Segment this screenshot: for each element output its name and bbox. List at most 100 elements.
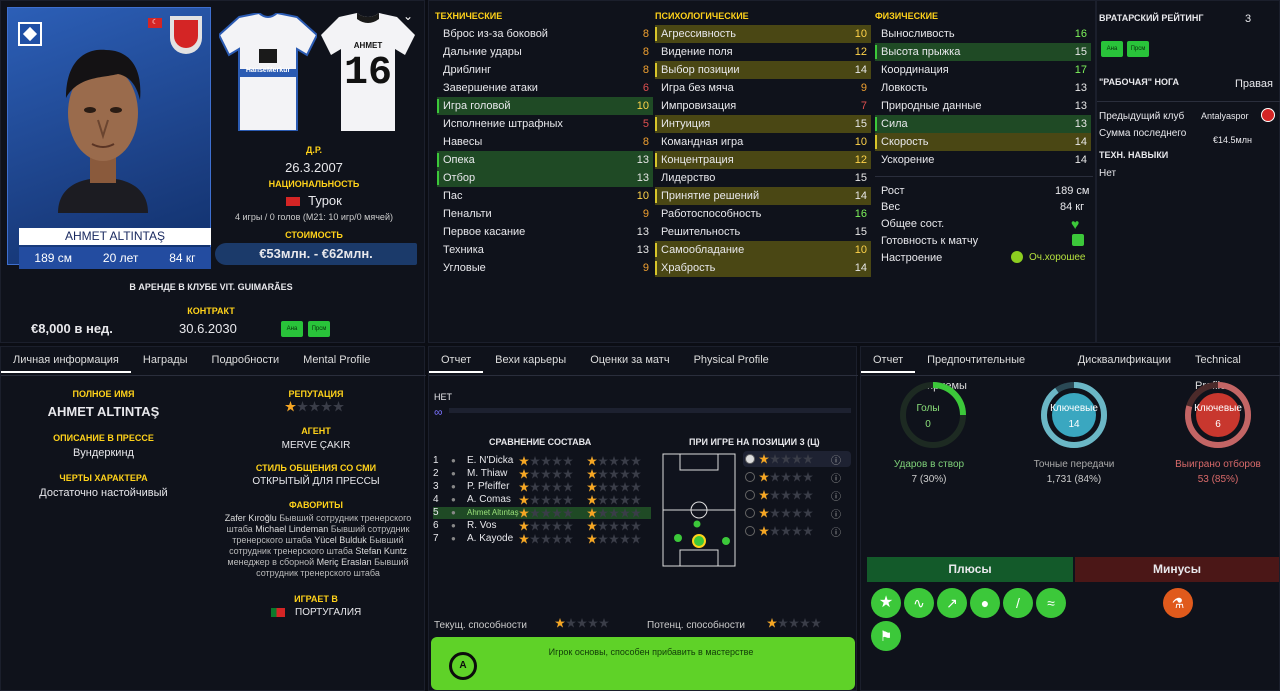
attribute-row[interactable]: Храбрость 14 [655, 259, 871, 277]
attribute-row[interactable]: Игра без мяча 9 [655, 79, 871, 97]
nationality-label: НАЦИОНАЛЬНОСТЬ [268, 179, 360, 189]
attribute-row[interactable]: Ловкость 13 [875, 79, 1091, 97]
attribute-row[interactable]: Скорость 14 [875, 133, 1091, 151]
highlight-bar [875, 45, 877, 59]
position-row[interactable]: ⓘ [743, 505, 851, 521]
star-trait-icon[interactable]: ★ [871, 588, 901, 618]
attribute-row[interactable]: Концентрация 12 [655, 151, 871, 169]
tab[interactable]: Отчет [861, 347, 916, 373]
passes-label: Точные передачи [1033, 459, 1115, 470]
tab[interactable]: Награды [131, 347, 200, 373]
squad-row[interactable]: 6 ● R. Vos [433, 520, 651, 532]
attribute-row[interactable]: Координация 17 [875, 61, 1091, 79]
attribute-row[interactable]: Пенальти 9 [437, 205, 653, 223]
info-icon[interactable]: ⓘ [831, 452, 841, 467]
attribute-row[interactable]: Агрессивность 10 [655, 25, 871, 43]
attribute-row[interactable]: Опека 13 [437, 151, 653, 169]
nationality-value: Турок [308, 193, 342, 208]
gk-analysis-button[interactable]: Ана [1101, 41, 1123, 57]
attribute-value: 14 [1074, 136, 1087, 148]
attribute-row[interactable]: Природные данные 13 [875, 97, 1091, 115]
squad-row[interactable]: 3 ● P. Pfeiffer [433, 481, 651, 493]
squad-player-name: P. Pfeiffer [467, 481, 510, 492]
attribute-row[interactable]: Лидерство 15 [655, 169, 871, 187]
attribute-row[interactable]: Вброс из-за боковой 8 [437, 25, 653, 43]
tab[interactable]: Mental Profile [291, 347, 382, 373]
attribute-row[interactable]: Решительность 15 [655, 223, 871, 241]
radio-button[interactable] [745, 454, 755, 464]
attribute-row[interactable]: Сила 13 [875, 115, 1091, 133]
stamina-trait-icon[interactable]: ∿ [904, 588, 934, 618]
squad-row[interactable]: 4 ● A. Comas [433, 494, 651, 506]
radio-button[interactable] [745, 508, 755, 518]
tab[interactable]: Technical Profile [1183, 347, 1279, 392]
attribute-row[interactable]: Интуиция 15 [655, 115, 871, 133]
club-badge-icon [18, 22, 42, 46]
mental-attributes: Агрессивность 10 Видение поля 12 Выбор позиц… [655, 25, 873, 281]
tab[interactable]: Дисквалификации [1066, 347, 1183, 373]
attribute-row[interactable]: Техника 13 [437, 241, 653, 259]
tab[interactable]: Отчет [429, 347, 484, 373]
tab[interactable]: Личная информация [1, 347, 131, 373]
attribute-row[interactable]: Дриблинг 8 [437, 61, 653, 79]
gk-view-button[interactable]: Прсм [1127, 41, 1149, 57]
attribute-row[interactable]: Выбор позиции 14 [655, 61, 871, 79]
attribute-value: 8 [642, 136, 649, 148]
attribute-row[interactable]: Импровизация 7 [655, 97, 871, 115]
star-icon [541, 508, 551, 518]
attribute-row[interactable]: Угловые 9 [437, 259, 653, 277]
info-icon[interactable]: ⓘ [831, 470, 841, 485]
radio-button[interactable] [745, 526, 755, 536]
shirt-name-label: AHMET [353, 41, 383, 50]
attribute-row[interactable]: Пас 10 [437, 187, 653, 205]
info-icon[interactable]: ⓘ [831, 506, 841, 521]
attribute-row[interactable]: Ускорение 14 [875, 151, 1091, 169]
attribute-row[interactable]: Выносливость 16 [875, 25, 1091, 43]
tab[interactable]: Подробности [200, 347, 292, 373]
attribute-value: 10 [854, 244, 867, 256]
squad-row[interactable]: 2 ● M. Thiaw [433, 468, 651, 480]
attribute-row[interactable]: Видение поля 12 [655, 43, 871, 61]
attribute-row[interactable]: Самообладание 10 [655, 241, 871, 259]
position-row[interactable]: ⓘ [743, 523, 851, 539]
info-icon[interactable]: ⓘ [831, 488, 841, 503]
squad-row[interactable]: 7 ● A. Kayode [433, 533, 651, 545]
attribute-row[interactable]: Завершение атаки 6 [437, 79, 653, 97]
attribute-row[interactable]: Принятие решений 14 [655, 187, 871, 205]
tab[interactable]: Physical Profile [682, 347, 781, 373]
tab[interactable]: Предпочтительные приемы [915, 347, 1066, 392]
attribute-row[interactable]: Работоспособность 16 [655, 205, 871, 223]
view-button[interactable]: Прсм [308, 321, 330, 337]
attribute-row[interactable]: Игра головой 10 [437, 97, 653, 115]
info-icon[interactable]: ⓘ [831, 524, 841, 539]
analysis-button[interactable]: Ана [281, 321, 303, 337]
bandage-trait-icon[interactable]: / [1003, 588, 1033, 618]
handshake-trait-icon[interactable]: ≈ [1036, 588, 1066, 618]
attribute-row[interactable]: Дальние удары 8 [437, 43, 653, 61]
attribute-row[interactable]: Отбор 13 [437, 169, 653, 187]
radio-button[interactable] [745, 490, 755, 500]
tab[interactable]: Оценки за матч [578, 347, 681, 373]
tab[interactable]: Вехи карьеры [483, 347, 578, 373]
attribute-row[interactable]: Первое касание 13 [437, 223, 653, 241]
squad-row[interactable]: 5 ● Ahmet Altıntaş [433, 507, 651, 519]
mental-trait-icon[interactable]: ● [970, 588, 1000, 618]
attribute-row[interactable]: Командная игра 10 [655, 133, 871, 151]
attribute-row[interactable]: Высота прыжка 15 [875, 43, 1091, 61]
flag-trait-icon[interactable]: ⚑ [871, 621, 901, 651]
growth-trait-icon[interactable]: ↗ [937, 588, 967, 618]
attribute-row[interactable]: Навесы 8 [437, 133, 653, 151]
flask-weakness-icon[interactable]: ⚗ [1163, 588, 1193, 618]
position-row[interactable]: ⓘ [743, 469, 851, 485]
kit-dropdown-chevron-icon[interactable]: ⌄ [403, 9, 413, 23]
star-icon [770, 490, 780, 500]
attribute-value: 14 [854, 190, 867, 202]
position-row[interactable]: ⓘ [743, 487, 851, 503]
position-row[interactable]: ⓘ [743, 451, 851, 467]
press-label: ОПИСАНИЕ В ПРЕССЕ [53, 433, 154, 443]
squad-row[interactable]: 1 ● E. N'Dicka [433, 455, 651, 467]
plays-value: ПОРТУГАЛИЯ [295, 607, 362, 618]
attribute-value: 9 [642, 262, 649, 274]
attribute-row[interactable]: Исполнение штрафных 5 [437, 115, 653, 133]
radio-button[interactable] [745, 472, 755, 482]
